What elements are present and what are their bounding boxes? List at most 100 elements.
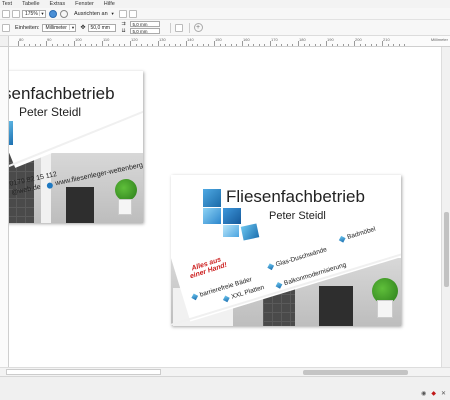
ruler-minor-tick — [320, 44, 322, 46]
horizontal-scrollbar[interactable] — [0, 367, 450, 376]
menu-window[interactable]: Fenster — [75, 1, 94, 7]
standard-toolbar: 175% ▼ Ausrichten an ▼ — [0, 8, 450, 20]
ruler-minor-tick — [309, 44, 311, 46]
vertical-scrollbar[interactable] — [441, 47, 450, 367]
units-label: Einheiten: — [15, 24, 40, 31]
align-to-label[interactable]: Ausrichten an — [74, 11, 108, 17]
vertical-scroll-thumb[interactable] — [444, 212, 449, 287]
diamond-bullet-icon — [191, 293, 199, 301]
add-page-icon[interactable]: + — [193, 23, 203, 32]
ruler-minor-tick — [107, 44, 109, 46]
ruler-minor-tick — [348, 44, 350, 46]
divider — [169, 22, 171, 33]
ruler-minor-tick — [191, 44, 193, 46]
undo-icon[interactable] — [2, 9, 10, 18]
duplicate-distance: ⇉ 5,0 mm ⇊ 5,0 mm — [122, 21, 160, 35]
ruler-minor-tick — [23, 44, 25, 46]
ruler-origin[interactable] — [0, 36, 9, 47]
ruler-tick-label: 120 — [131, 37, 138, 42]
ruler-minor-tick — [96, 44, 98, 46]
ruler-minor-tick — [275, 44, 277, 46]
page-icon[interactable] — [174, 23, 183, 32]
service-item: Badmöbel — [338, 226, 376, 244]
ruler-minor-tick — [365, 44, 367, 46]
ruler-minor-tick — [113, 44, 115, 46]
document-status-icon[interactable]: ◉ — [421, 390, 426, 397]
services-list: Badmöbel Glas-Duschwände Balkonmodernisi… — [171, 175, 401, 326]
options-icon[interactable] — [118, 9, 127, 18]
menu-table[interactable]: Tabelle — [22, 1, 39, 7]
ruler-minor-tick — [169, 44, 171, 46]
ruler-tick-label: 170 — [271, 37, 278, 42]
ruler-minor-tick — [398, 44, 400, 46]
tile-logo-fragment — [9, 121, 13, 145]
ruler-minor-tick — [180, 44, 182, 46]
ruler-tick-label: 210 — [383, 37, 390, 42]
ruler-minor-tick — [342, 44, 344, 46]
vertical-ruler[interactable] — [0, 47, 9, 367]
ruler-minor-tick — [230, 44, 232, 46]
ruler-minor-tick — [152, 44, 154, 46]
company-name: senfachbetrieb — [9, 84, 115, 103]
ruler-minor-tick — [370, 44, 372, 46]
ruler-minor-tick — [225, 44, 227, 46]
ruler-minor-tick — [359, 44, 361, 46]
ruler-tick-label: 180 — [299, 37, 306, 42]
ruler-tick-label: 150 — [215, 37, 222, 42]
diamond-bullet-icon — [222, 295, 230, 303]
nudge-distance-input[interactable]: 50,0 mm — [87, 23, 116, 32]
ruler-minor-tick — [236, 44, 238, 46]
ruler-minor-tick — [264, 44, 266, 46]
units-select[interactable]: Millimeter ▼ — [42, 23, 77, 32]
status-bar: ◉ ◆ ✕ — [0, 376, 450, 400]
ruler-tick-label: 160 — [243, 37, 250, 42]
ruler-icon[interactable] — [2, 23, 10, 32]
redo-icon[interactable] — [12, 9, 20, 18]
ruler-minor-tick — [387, 44, 389, 46]
service-item: Balkonmodernisierung — [275, 262, 347, 290]
ruler-minor-tick — [124, 44, 126, 46]
duplicate-y-input[interactable]: 5,0 mm — [129, 28, 160, 34]
chevron-down-icon[interactable]: ▼ — [69, 25, 75, 30]
page-navigator[interactable] — [6, 369, 161, 375]
duplicate-x-icon: ⇉ — [121, 21, 126, 27]
ruler-minor-tick — [404, 44, 406, 46]
ruler-minor-tick — [314, 44, 316, 46]
zoom-level-select[interactable]: 175% ▼ — [22, 9, 46, 18]
divider — [188, 22, 190, 33]
chevron-down-icon[interactable]: ▼ — [111, 11, 115, 16]
ruler-minor-tick — [376, 44, 378, 46]
ruler-minor-tick — [303, 44, 305, 46]
ruler-minor-tick — [286, 44, 288, 46]
owner-name: Peter Steidl — [19, 105, 82, 119]
chevron-down-icon[interactable]: ▼ — [39, 11, 45, 16]
zoom-in-icon[interactable] — [49, 9, 57, 18]
launch-icon[interactable] — [128, 9, 137, 18]
ruler-minor-tick — [34, 44, 36, 46]
ruler-minor-tick — [197, 44, 199, 46]
business-card-right[interactable]: Fliesenfachbetrieb Peter Steidl Alles au… — [171, 175, 401, 326]
business-card-left[interactable]: senfachbetrieb Peter Steidl 0179 82 15 1… — [9, 71, 143, 223]
ruler-minor-tick — [258, 44, 260, 46]
drawing-canvas[interactable]: senfachbetrieb Peter Steidl 0179 82 15 1… — [9, 47, 441, 367]
ruler-tick-label: 110 — [103, 37, 110, 42]
horizontal-scroll-thumb[interactable] — [303, 370, 408, 375]
zoom-level-value: 175% — [25, 10, 38, 17]
diamond-bullet-icon — [338, 235, 346, 243]
horizontal-ruler[interactable]: Millimeter 80 90 100 110 120 130 140 150 160 170 1… — [0, 36, 450, 47]
duplicate-x-input[interactable]: 5,0 mm — [129, 21, 160, 27]
ruler-minor-tick — [219, 44, 221, 46]
status-icons: ◉ ◆ ✕ — [416, 390, 446, 397]
fill-color-icon[interactable]: ◆ — [431, 390, 436, 397]
duplicate-y-icon: ⇊ — [121, 28, 126, 34]
ruler-minor-tick — [337, 44, 339, 46]
menu-help[interactable]: Hilfe — [104, 1, 115, 7]
ruler-minor-tick — [331, 44, 333, 46]
menu-text[interactable]: Text — [2, 1, 12, 7]
snap-icon[interactable] — [60, 9, 68, 18]
globe-icon — [45, 181, 53, 189]
outline-color-icon[interactable]: ✕ — [441, 390, 446, 397]
menu-extras[interactable]: Extras — [50, 1, 66, 7]
diamond-bullet-icon — [275, 282, 283, 289]
ruler-minor-tick — [79, 44, 81, 46]
